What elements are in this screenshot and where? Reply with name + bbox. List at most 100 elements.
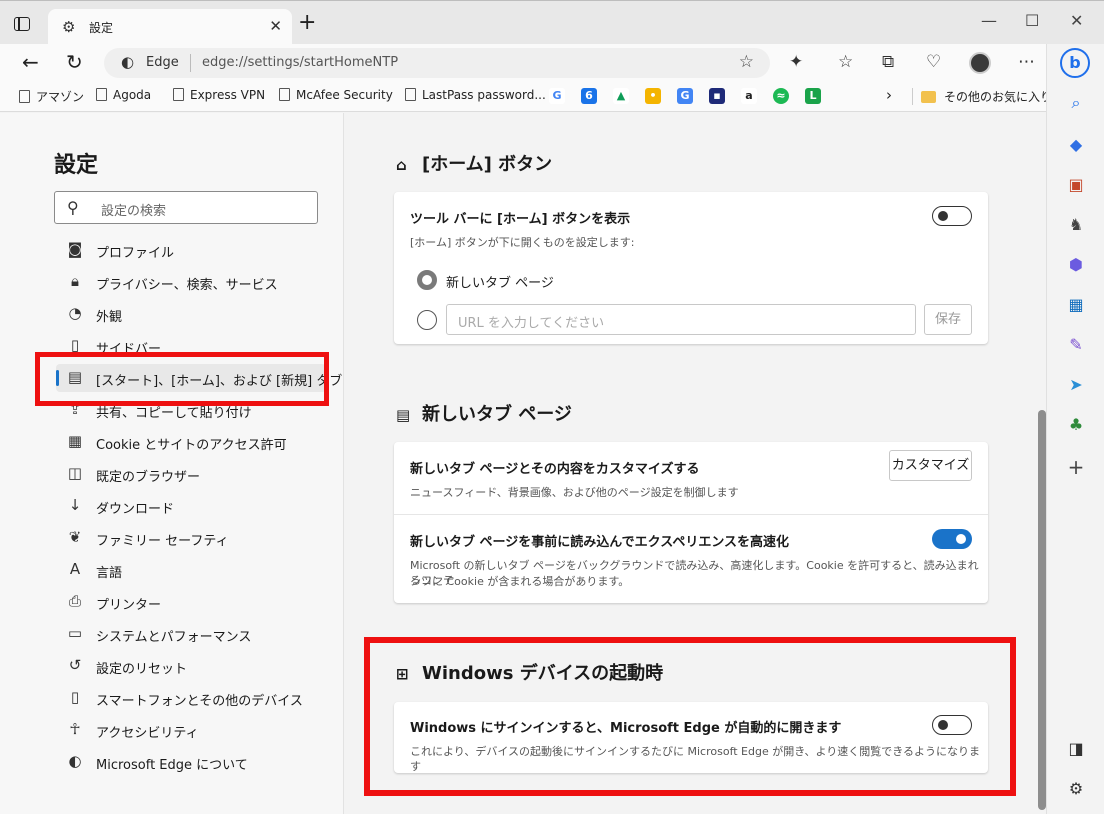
cookie-icon: ▦ [67,432,83,450]
designer-icon[interactable]: ✎ [1066,336,1086,354]
fav-agoda[interactable]: Agoda [96,88,151,102]
printer-icon: ⎙ [68,592,81,610]
reset-icon: ↺ [68,656,82,674]
nav-item-cookies[interactable]: ▦ Cookie とサイトのアクセス許可 [56,428,326,456]
search-input[interactable]: ⚲ 設定の検索 [54,191,318,224]
nav-item-downloads[interactable]: ↓ ダウンロード [56,492,326,520]
radio-new-tab-page-label: 新しいタブ ページ [446,276,554,291]
add-icon[interactable]: + [1066,457,1086,477]
fav-express-vpn[interactable]: Express VPN [173,88,265,102]
new-tab-section-title: ▤ 新しいタブ ページ [396,404,572,425]
highlight-box-nav [35,352,329,406]
address-divider [190,54,191,72]
phone-icon: ▯ [70,688,80,706]
toolbar: ← ↻ ◐ Edge edge://settings/startHomeNTP … [0,44,1046,82]
nav-item-appearance[interactable]: ◔ 外観 [56,300,326,328]
browser-icon: ◫ [67,464,83,482]
tab-settings[interactable]: ⚙ 設定 ✕ [48,9,292,45]
close-icon[interactable]: ✕ [269,17,282,35]
edge-sidebar: b ⌕ ◆ ▣ ♞ ⬢ ▦ ✎ ➤ ♣ + ◨ ⚙ [1046,44,1104,814]
address-url[interactable]: edge://settings/startHomeNTP [202,55,398,70]
refresh-icon[interactable]: ↻ [66,51,83,73]
gear-icon: ⚙ [62,18,76,36]
microsoft365-icon[interactable]: ⬢ [1066,256,1086,274]
preload-desc-line2: ンツに Cookie が含まれる場合があります。 [410,575,630,588]
search-placeholder: 設定の検索 [101,204,167,219]
nav-item-accessibility[interactable]: ☥ アクセシビリティ [56,716,326,744]
nav-item-family-safety[interactable]: ❦ ファミリー セーフティ [56,524,326,552]
back-icon[interactable]: ← [22,51,39,73]
language-icon: A [69,560,81,578]
minimize-icon[interactable]: — [981,11,997,30]
url-field[interactable]: URL を入力してください [446,304,916,335]
edge-logo-icon: ◐ [121,53,135,71]
nav-item-languages[interactable]: A 言語 [56,556,326,584]
new-tab-icon[interactable]: + [298,12,316,34]
analytics-icon[interactable]: ▪ [709,88,725,104]
customize-button[interactable]: カスタマイズ [889,450,972,481]
show-home-button-toggle[interactable] [932,206,972,226]
window-close-icon[interactable]: ✕ [1070,11,1083,30]
send-icon[interactable]: ➤ [1066,376,1086,394]
games-icon[interactable]: ♞ [1066,216,1086,234]
calendar-icon[interactable]: 6 [581,88,597,104]
profile-avatar[interactable] [969,52,991,74]
preload-toggle[interactable] [932,529,972,549]
sidebar-settings-icon[interactable]: ⚙ [1066,780,1086,798]
save-button[interactable]: 保存 [924,304,972,335]
nav-item-system-performance[interactable]: ▭ システムとパフォーマンス [56,620,326,648]
drive-icon[interactable]: ▲ [613,88,629,104]
tab-actions-icon[interactable] [14,17,30,31]
amazon-icon[interactable]: a [741,88,757,104]
radio-new-tab-page[interactable] [417,270,437,290]
line-icon[interactable]: L [805,88,821,104]
nav-item-printers[interactable]: ⎙ プリンター [56,588,326,616]
radio-url[interactable] [417,310,437,330]
family-icon: ❦ [68,528,82,546]
tree-icon[interactable]: ♣ [1066,416,1086,434]
spotify-icon[interactable]: ≈ [773,88,789,104]
nav-item-profile[interactable]: ◙ プロファイル [56,236,326,264]
chevron-right-icon[interactable]: › [886,86,892,104]
nav-item-reset[interactable]: ↺ 設定のリセット [56,652,326,680]
fav-mcafee[interactable]: McAfee Security [279,88,393,102]
favorites-bar: アマゾン Agoda Express VPN McAfee Security L… [0,82,1052,112]
keep-icon[interactable]: • [645,88,661,104]
browser-essentials-icon[interactable]: ♡ [926,52,941,72]
collections-icon[interactable]: ⧉ [882,52,894,72]
search-icon[interactable]: ⌕ [1066,94,1086,112]
lock-icon: 🔒︎ [71,272,79,290]
download-icon: ↓ [68,496,82,514]
preload-title: 新しいタブ ページを事前に読み込んでエクスペリエンスを高速化 [410,535,790,550]
outlook-icon[interactable]: ▦ [1066,296,1086,314]
favorites-icon[interactable]: ☆ [838,52,853,72]
newtab-icon: ▤ [396,406,411,424]
shopping-tag-icon[interactable]: ◆ [1066,136,1086,154]
home-button-desc: [ホーム] ボタンが下に開くものを設定します: [410,236,635,249]
extensions-icon[interactable]: ✦ [789,52,803,72]
search-icon: ⚲ [67,198,79,217]
nav-item-privacy[interactable]: 🔒︎ プライバシー、検索、サービス [56,268,326,296]
nav-item-default-browser[interactable]: ◫ 既定のブラウザー [56,460,326,488]
highlight-box-startup [364,637,1016,796]
scrollbar[interactable] [1038,410,1046,810]
fav-lastpass[interactable]: LastPass password... [405,88,546,102]
fav-amazon-jp[interactable]: アマゾン [19,88,84,105]
google-icon[interactable]: G [549,88,565,104]
nav-item-phone-devices[interactable]: ▯ スマートフォンとその他のデバイス [56,684,326,712]
tools-icon[interactable]: ▣ [1066,176,1086,194]
maximize-icon[interactable]: ☐ [1025,11,1039,30]
folder-icon [921,91,936,103]
sidebar-panel-icon[interactable]: ◨ [1066,740,1086,758]
favorite-star-icon[interactable]: ☆ [739,52,754,72]
address-bar[interactable]: ◐ Edge edge://settings/startHomeNTP ☆ [104,48,770,78]
translate-icon[interactable]: G [677,88,693,104]
nav-item-about[interactable]: ◐ Microsoft Edge について [56,748,326,776]
tab-title: 設定 [89,21,114,35]
address-site-label: Edge [146,55,179,70]
bing-copilot-icon[interactable]: b [1060,48,1090,78]
more-menu-icon[interactable]: ⋯ [1018,52,1035,72]
other-favorites-folder[interactable]: その他のお気に入り [912,88,1052,105]
show-home-button-label: ツール バーに [ホーム] ボタンを表示 [410,212,631,227]
palette-icon: ◔ [68,304,82,322]
